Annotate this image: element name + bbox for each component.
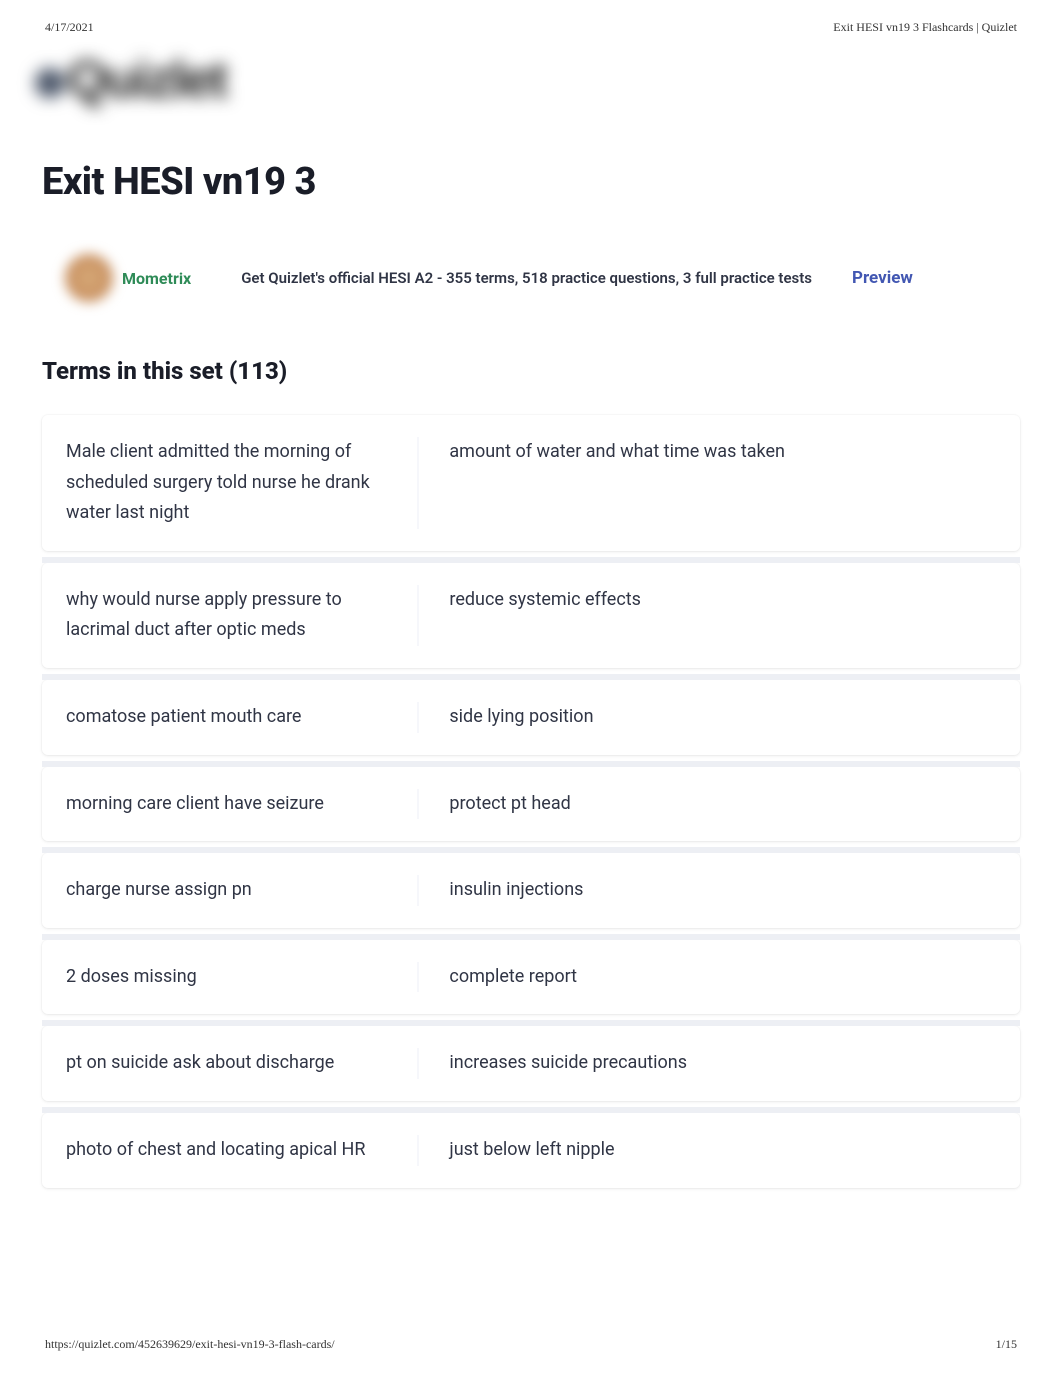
card-definition: reduce systemic effects — [419, 585, 996, 646]
flashcard[interactable]: photo of chest and locating apical HR ju… — [42, 1113, 1020, 1188]
card-definition: insulin injections — [419, 875, 996, 906]
flashcard[interactable]: pt on suicide ask about discharge increa… — [42, 1026, 1020, 1101]
terms-header: Terms in this set (113) — [42, 357, 1062, 385]
page-title: Exit HESI vn19 3 — [42, 160, 1062, 204]
card-term: why would nurse apply pressure to lacrim… — [66, 585, 419, 646]
footer-url: https://quizlet.com/452639629/exit-hesi-… — [45, 1337, 335, 1352]
preview-link[interactable]: Preview — [852, 268, 913, 288]
card-definition: side lying position — [419, 702, 996, 733]
header-date: 4/17/2021 — [45, 20, 94, 35]
card-definition: protect pt head — [419, 789, 996, 820]
card-definition: complete report — [419, 962, 996, 993]
card-definition: amount of water and what time was taken — [419, 437, 996, 529]
card-term: Male client admitted the morning of sche… — [66, 437, 419, 529]
card-definition: just below left nipple — [419, 1135, 996, 1166]
flashcard[interactable]: charge nurse assign pn insulin injection… — [42, 853, 1020, 928]
card-definition: increases suicide precautions — [419, 1048, 996, 1079]
footer-page-number: 1/15 — [996, 1337, 1017, 1352]
mometrix-label[interactable]: Mometrix — [122, 269, 191, 288]
card-term: pt on suicide ask about discharge — [66, 1048, 419, 1079]
card-term: 2 doses missing — [66, 962, 419, 993]
cards-container: Male client admitted the morning of sche… — [42, 415, 1020, 1188]
flashcard[interactable]: 2 doses missing complete report — [42, 940, 1020, 1015]
page-header-meta: 4/17/2021 Exit HESI vn19 3 Flashcards | … — [0, 0, 1062, 45]
promo-bar: Mometrix Get Quizlet's official HESI A2 … — [65, 254, 1062, 302]
card-term: charge nurse assign pn — [66, 875, 419, 906]
flashcard[interactable]: comatose patient mouth care side lying p… — [42, 680, 1020, 755]
mometrix-icon — [65, 254, 113, 302]
card-term: comatose patient mouth care — [66, 702, 419, 733]
card-term: photo of chest and locating apical HR — [66, 1135, 419, 1166]
card-term: morning care client have seizure — [66, 789, 419, 820]
flashcard[interactable]: Male client admitted the morning of sche… — [42, 415, 1020, 551]
quizlet-logo: Quizlet — [35, 50, 1062, 110]
flashcard[interactable]: morning care client have seizure protect… — [42, 767, 1020, 842]
header-title: Exit HESI vn19 3 Flashcards | Quizlet — [833, 20, 1017, 35]
flashcard[interactable]: why would nurse apply pressure to lacrim… — [42, 563, 1020, 668]
promo-text: Get Quizlet's official HESI A2 - 355 ter… — [241, 269, 812, 287]
page-footer: https://quizlet.com/452639629/exit-hesi-… — [0, 1337, 1062, 1352]
